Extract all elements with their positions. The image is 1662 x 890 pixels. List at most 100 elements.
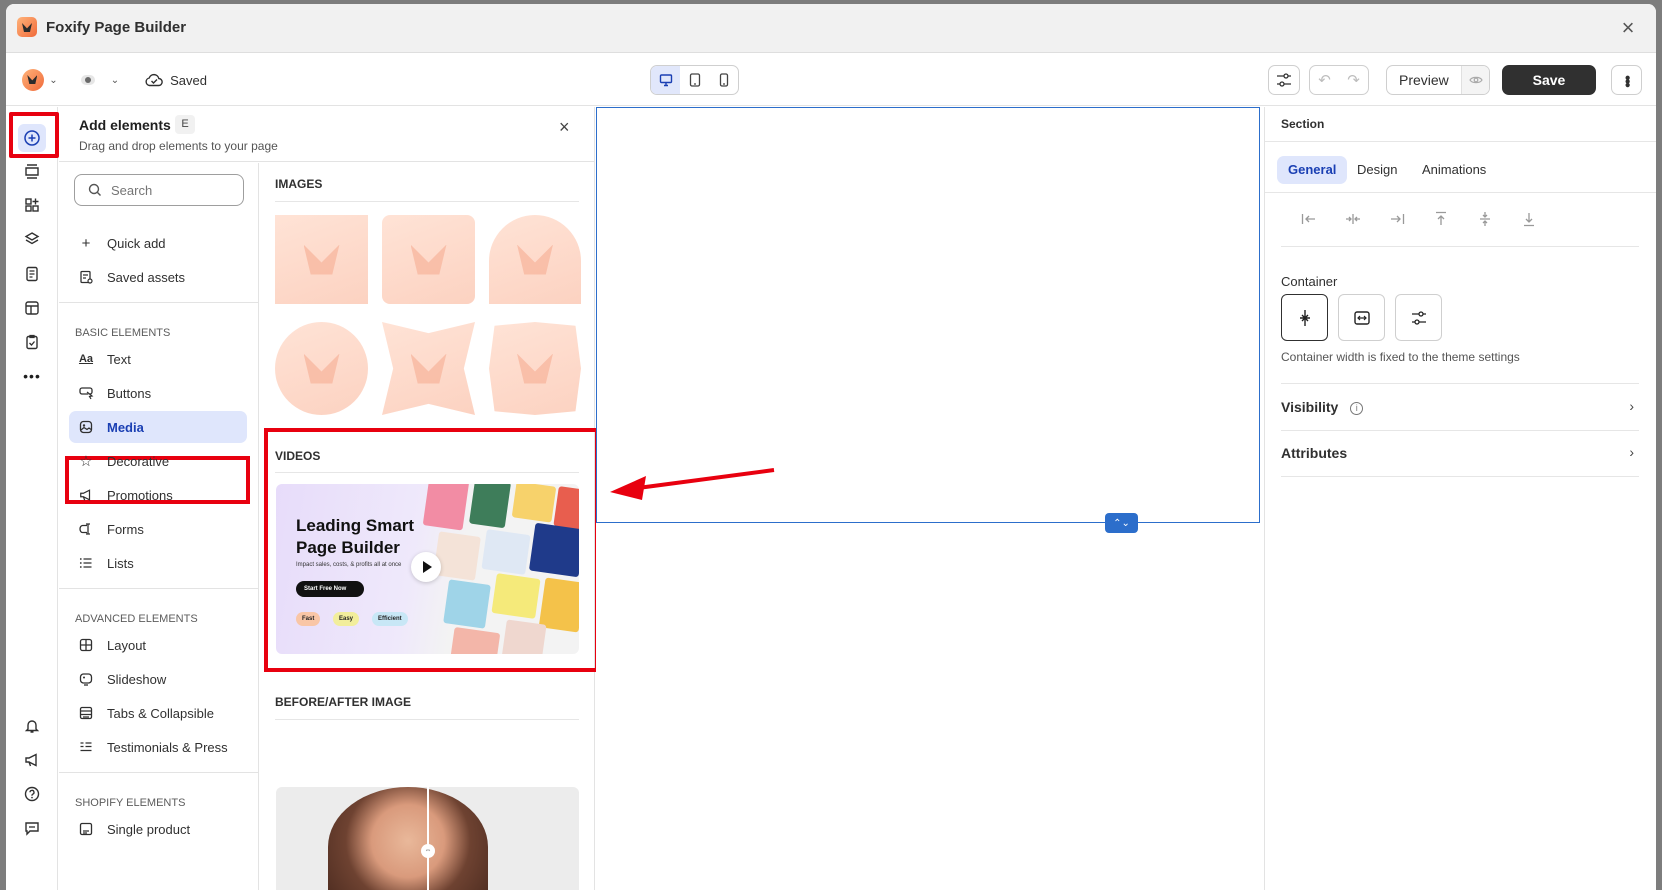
visibility-row[interactable]: Visibility i › (1265, 384, 1656, 430)
megaphone-icon (25, 753, 37, 767)
collage-tile (528, 522, 579, 578)
image-blob-element[interactable] (489, 322, 581, 415)
video-thumb-cta: Start Free Now (296, 581, 364, 597)
visibility-label: Visibility (1281, 399, 1339, 415)
close-window-button[interactable]: × (1614, 14, 1642, 42)
save-button[interactable]: Save (1502, 65, 1596, 95)
align-bottom-button[interactable] (1519, 209, 1539, 229)
search-input[interactable] (111, 182, 231, 198)
sections-icon (25, 164, 39, 179)
history-group: ↶ ↷ (1309, 65, 1369, 95)
panel-subtitle: Drag and drop elements to your page (79, 139, 278, 153)
attributes-row[interactable]: Attributes › (1265, 431, 1656, 477)
panel-header: Add elements E Drag and drop elements to… (59, 107, 594, 162)
button-cursor-icon (78, 385, 94, 401)
rail-chat-button[interactable] (20, 816, 44, 840)
category-label: Promotions (107, 487, 173, 503)
category-forms[interactable]: Forms (69, 513, 247, 545)
image-square-element[interactable] (275, 215, 368, 304)
visibility-label-wrap: Visibility i (1281, 399, 1551, 415)
divider (1265, 141, 1656, 142)
align-center-h-button[interactable] (1343, 209, 1363, 229)
image-star-element[interactable] (382, 322, 475, 415)
rail-more-button[interactable]: ••• (20, 364, 44, 388)
category-quick-add[interactable]: + Quick add (69, 227, 247, 259)
selected-section[interactable] (596, 107, 1260, 523)
align-top-icon (1436, 211, 1446, 225)
align-middle-button[interactable] (1475, 209, 1495, 229)
tab-general[interactable]: General (1277, 156, 1348, 184)
eye-button[interactable] (1461, 66, 1489, 94)
sliders-icon (1277, 73, 1291, 87)
attributes-label: Attributes (1281, 445, 1348, 461)
preview-button[interactable]: Preview (1399, 72, 1449, 88)
category-saved-assets[interactable]: Saved assets (69, 261, 247, 293)
template-icon (25, 301, 39, 315)
rail-layers-button[interactable] (20, 227, 44, 251)
category-promotions[interactable]: Promotions (69, 479, 247, 511)
status-toggle[interactable]: ⌄ (78, 67, 122, 93)
category-decorative[interactable]: ☆ Decorative (69, 445, 247, 477)
rail-checklist-button[interactable] (20, 330, 44, 354)
divider (59, 588, 258, 589)
category-slideshow[interactable]: Slideshow (69, 663, 247, 695)
container-fixed-button[interactable] (1281, 294, 1328, 341)
video-element[interactable]: Leading Smart Page Builder Impact sales,… (276, 484, 579, 654)
desktop-view-button[interactable] (651, 66, 680, 94)
category-tabs-collapsible[interactable]: Tabs & Collapsible (69, 697, 247, 729)
section-resize-handle[interactable]: ⌃⌄ (1105, 513, 1138, 533)
saved-label: Saved (170, 72, 207, 88)
rail-apps-button[interactable] (20, 193, 44, 217)
product-icon (78, 821, 94, 837)
image-rounded-element[interactable] (382, 215, 475, 304)
media-icon (78, 419, 94, 435)
play-icon (411, 552, 441, 582)
rail-pages-button[interactable] (20, 262, 44, 286)
category-buttons[interactable]: Buttons (69, 377, 247, 409)
image-circle-element[interactable] (275, 322, 368, 415)
category-testimonials-press[interactable]: Testimonials & Press (69, 731, 247, 763)
rail-sections-button[interactable] (20, 159, 44, 183)
align-top-button[interactable] (1431, 209, 1451, 229)
tabs-icon (78, 705, 94, 721)
store-switcher[interactable]: ⌄ (20, 67, 60, 93)
tab-design[interactable]: Design (1346, 156, 1408, 184)
container-custom-button[interactable] (1395, 294, 1442, 341)
search-box[interactable] (74, 174, 244, 206)
tab-animations[interactable]: Animations (1411, 156, 1497, 184)
page-settings-button[interactable] (1268, 65, 1300, 95)
category-lists[interactable]: Lists (69, 547, 247, 579)
align-left-button[interactable] (1299, 209, 1319, 229)
container-full-width-button[interactable] (1338, 294, 1385, 341)
rail-templates-button[interactable] (20, 296, 44, 320)
apps-icon (25, 198, 39, 212)
undo-button[interactable]: ↶ (1318, 71, 1331, 89)
comparison-divider (427, 787, 429, 890)
collage-tile (422, 484, 470, 531)
video-thumb-pill: Easy (333, 612, 360, 626)
divider (59, 772, 258, 773)
video-thumb-pill: Efficient (372, 612, 408, 626)
image-arch-element[interactable] (489, 215, 581, 304)
category-media[interactable]: Media (69, 411, 247, 443)
redo-button[interactable]: ↷ (1347, 71, 1360, 89)
category-label: Tabs & Collapsible (107, 705, 214, 721)
rail-help-button[interactable] (20, 782, 44, 806)
category-text[interactable]: Aa Text (69, 343, 247, 375)
category-label: Saved assets (107, 269, 186, 285)
align-center-horizontal-icon (1346, 214, 1360, 224)
align-right-button[interactable] (1387, 209, 1407, 229)
shortcut-badge: E (175, 115, 195, 134)
tablet-view-button[interactable] (680, 66, 709, 94)
category-label: Text (107, 351, 131, 367)
more-options-button[interactable]: ••• (1611, 65, 1642, 95)
device-switcher (650, 65, 739, 95)
panel-close-button[interactable]: × (559, 117, 570, 138)
category-single-product[interactable]: Single product (69, 813, 247, 845)
category-layout[interactable]: Layout (69, 629, 247, 661)
mobile-view-button[interactable] (709, 66, 738, 94)
rail-notifications-button[interactable] (20, 714, 44, 738)
before-after-element[interactable]: ⇔ (276, 787, 579, 890)
divider (275, 472, 579, 473)
rail-announcements-button[interactable] (20, 748, 44, 772)
